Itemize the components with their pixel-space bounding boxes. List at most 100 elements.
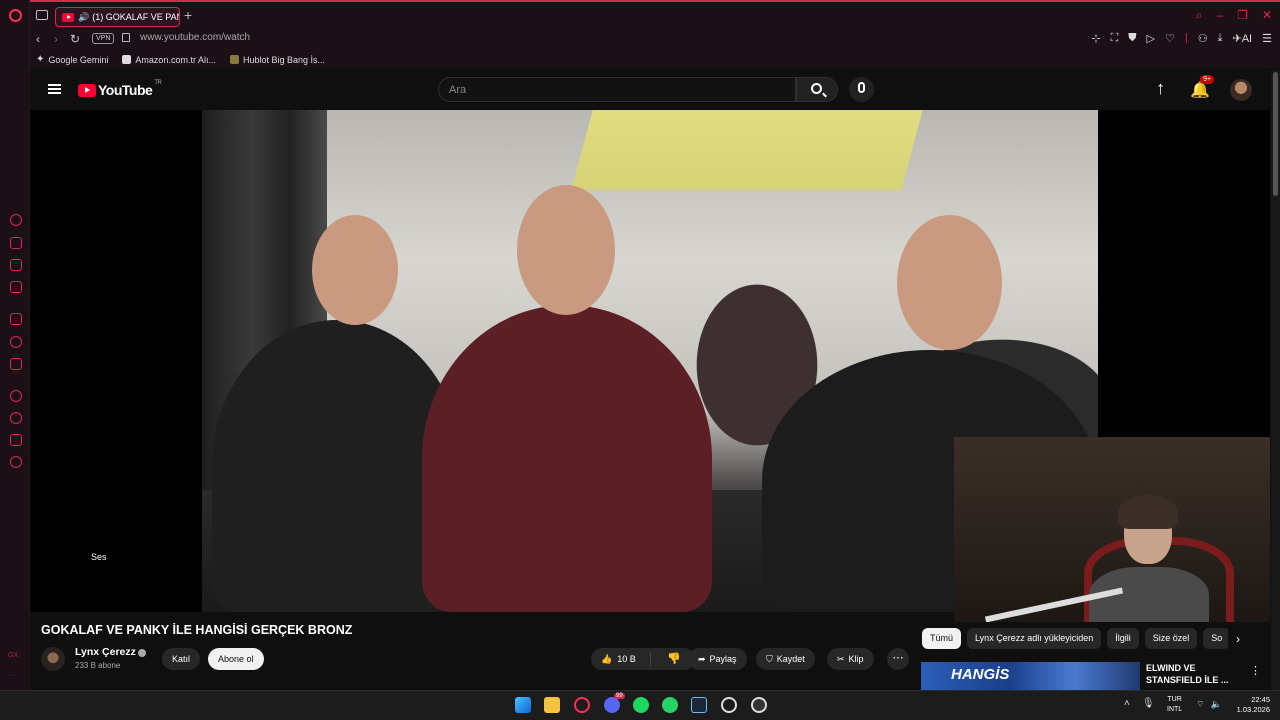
instagram-icon[interactable] [10, 336, 22, 348]
tab-youtube[interactable]: 🔊 (1) GOKALAF VE PANK [55, 7, 180, 27]
back-icon[interactable]: ‹ [36, 32, 40, 46]
tab-menu-icon[interactable] [36, 10, 48, 20]
recommendation-title[interactable]: ELWIND VE STANSFIELD İLE ... [1146, 662, 1246, 686]
speaker-icon[interactable]: 🔊 [78, 12, 89, 23]
system-clock[interactable]: 22:45 1.03.2026 [1230, 695, 1270, 715]
amazon-icon [122, 55, 132, 64]
page-scrollbar[interactable] [1271, 70, 1280, 690]
video-face-right [897, 215, 1002, 350]
search-input[interactable]: Ara [438, 77, 796, 102]
url-field[interactable]: www.youtube.com/watch [140, 32, 250, 43]
youtube-header: YouTube TR Ara 🔔 9+ [30, 70, 1270, 110]
file-explorer-icon[interactable] [544, 697, 560, 713]
maximize-icon[interactable]: ❐ [1237, 8, 1248, 23]
save-button[interactable]: ⛉ Kaydet [756, 648, 815, 670]
clock-time: 22:45 [1251, 695, 1270, 704]
adblock-icon[interactable]: ⛊ [1128, 32, 1136, 45]
search-icon [811, 83, 822, 94]
pinboards-icon[interactable] [10, 434, 22, 446]
tray-mic-icon[interactable]: 🎙 [1142, 698, 1155, 709]
chip-all[interactable]: Tümü [922, 628, 962, 649]
recommendation-menu-icon[interactable]: ⋮ [1250, 664, 1261, 677]
snapshot-icon[interactable]: ⛶ [1111, 32, 1119, 45]
bookmark-gemini[interactable]: ✦ Google Gemini [36, 54, 108, 65]
more-actions-button[interactable]: ⋯ [887, 648, 909, 670]
history-icon[interactable] [10, 412, 22, 424]
clip-button[interactable]: ✂ Klip [827, 648, 874, 670]
spotify-icon[interactable] [633, 697, 649, 713]
chip-from-uploader[interactable]: Lynx Çerezz adlı yükleyiciden [967, 628, 1102, 649]
aria-icon[interactable] [10, 214, 22, 226]
dislike-button[interactable]: 👎 [655, 648, 681, 670]
youtube-logo[interactable]: YouTube TR [78, 80, 162, 98]
video-title: GOKALAF VE PANKY İLE HANGİSİ GERÇEK BRON… [41, 623, 353, 637]
obs-icon[interactable] [721, 697, 737, 713]
bookmark-amazon[interactable]: Amazon.com.tr Alı... [122, 55, 216, 65]
voice-search-button[interactable] [849, 77, 874, 102]
windows-start-icon[interactable] [515, 697, 531, 713]
subscribe-button[interactable]: Abone ol [208, 648, 264, 670]
tray-chevron-icon[interactable]: ˄ [1124, 698, 1130, 709]
chip-more[interactable]: So [1203, 628, 1228, 649]
forward-icon[interactable]: › [54, 32, 58, 46]
bookmark-icon[interactable]: ⊹ [1091, 32, 1100, 45]
scissors-icon: ✂ [837, 654, 845, 664]
scrollbar-thumb[interactable] [1273, 72, 1278, 196]
country-code: TR [154, 80, 162, 86]
bookmark-label: Hublot Big Bang İs... [242, 54, 325, 65]
steam-icon[interactable] [691, 697, 707, 713]
search-button[interactable] [796, 77, 838, 102]
discord-icon[interactable] [604, 697, 620, 713]
share-button[interactable]: ➦ Paylaş [688, 648, 747, 670]
network-volume-group[interactable]: ⌔ 🔈 [1196, 699, 1222, 710]
heart-icon[interactable]: ♡ [1165, 32, 1175, 45]
settings-icon[interactable] [10, 456, 22, 468]
channel-name[interactable]: Lynx Çerezz [75, 646, 136, 658]
bookmark-hublot[interactable]: Hublot Big Bang İs... [229, 54, 325, 65]
chip-related[interactable]: İlgili [1107, 628, 1139, 649]
aria-ai-button[interactable]: ✈AI [1233, 32, 1253, 45]
join-button[interactable]: Katıl [162, 648, 201, 670]
like-button[interactable]: 👍 10 B [591, 652, 651, 666]
system-tray: ˄ 🎙 [1124, 698, 1155, 709]
save-label: Kaydet [776, 654, 805, 664]
download-icon[interactable]: ⤓ [1218, 32, 1223, 45]
twitch-icon[interactable] [10, 313, 22, 325]
notifications-button[interactable]: 🔔 9+ [1190, 75, 1215, 100]
settings-app-icon[interactable] [751, 697, 767, 713]
upload-icon[interactable] [1156, 78, 1170, 99]
menu-icon[interactable] [48, 84, 61, 94]
messenger-icon[interactable] [10, 259, 22, 271]
vpn-badge[interactable]: VPN [92, 33, 115, 44]
input-language[interactable]: TUR INTL [1167, 695, 1182, 715]
whatsapp-icon[interactable] [662, 697, 678, 713]
player-icon[interactable] [10, 390, 22, 402]
account-avatar[interactable] [1230, 79, 1252, 101]
recommendation-thumbnail[interactable]: HANGİS [921, 662, 1140, 690]
play-icon[interactable]: ▷ [1147, 32, 1155, 45]
new-tab-icon[interactable]: + [184, 7, 192, 23]
music-player-icon[interactable] [10, 281, 22, 293]
close-icon[interactable]: ✕ [1262, 8, 1272, 23]
search-tabs-icon[interactable]: ⌕ [1196, 8, 1203, 23]
webcam-overlay [954, 437, 1270, 622]
minimize-icon[interactable]: – [1216, 8, 1223, 23]
chevron-right-icon[interactable]: › [1236, 632, 1240, 646]
easy-setup-icon[interactable]: ☰ [1262, 32, 1272, 45]
verified-icon [138, 649, 146, 657]
like-count: 10 B [617, 654, 636, 664]
reload-icon[interactable]: ↻ [70, 32, 80, 46]
video-face-center [517, 185, 615, 315]
sidebar-more-icon[interactable]: ··· [8, 672, 15, 679]
chip-for-you[interactable]: Size özel [1144, 628, 1198, 649]
address-toolbar: ⊹ ⛶ ⛊ ▷ ♡ | ⚇ ⤓ ✈AI ☰ [1091, 32, 1272, 45]
opera-gx-icon[interactable] [574, 697, 590, 713]
crypto-wallet-icon[interactable] [10, 237, 22, 249]
lock-icon[interactable] [122, 33, 130, 42]
opera-logo-icon[interactable] [9, 9, 22, 22]
profile-icon[interactable]: ⚇ [1198, 32, 1208, 45]
channel-avatar[interactable] [41, 647, 65, 671]
thumbs-down-icon: 👎 [667, 653, 681, 665]
discord-sidebar-icon[interactable] [10, 358, 22, 370]
like-dislike-group: 👍 10 B 👎 [591, 648, 695, 670]
